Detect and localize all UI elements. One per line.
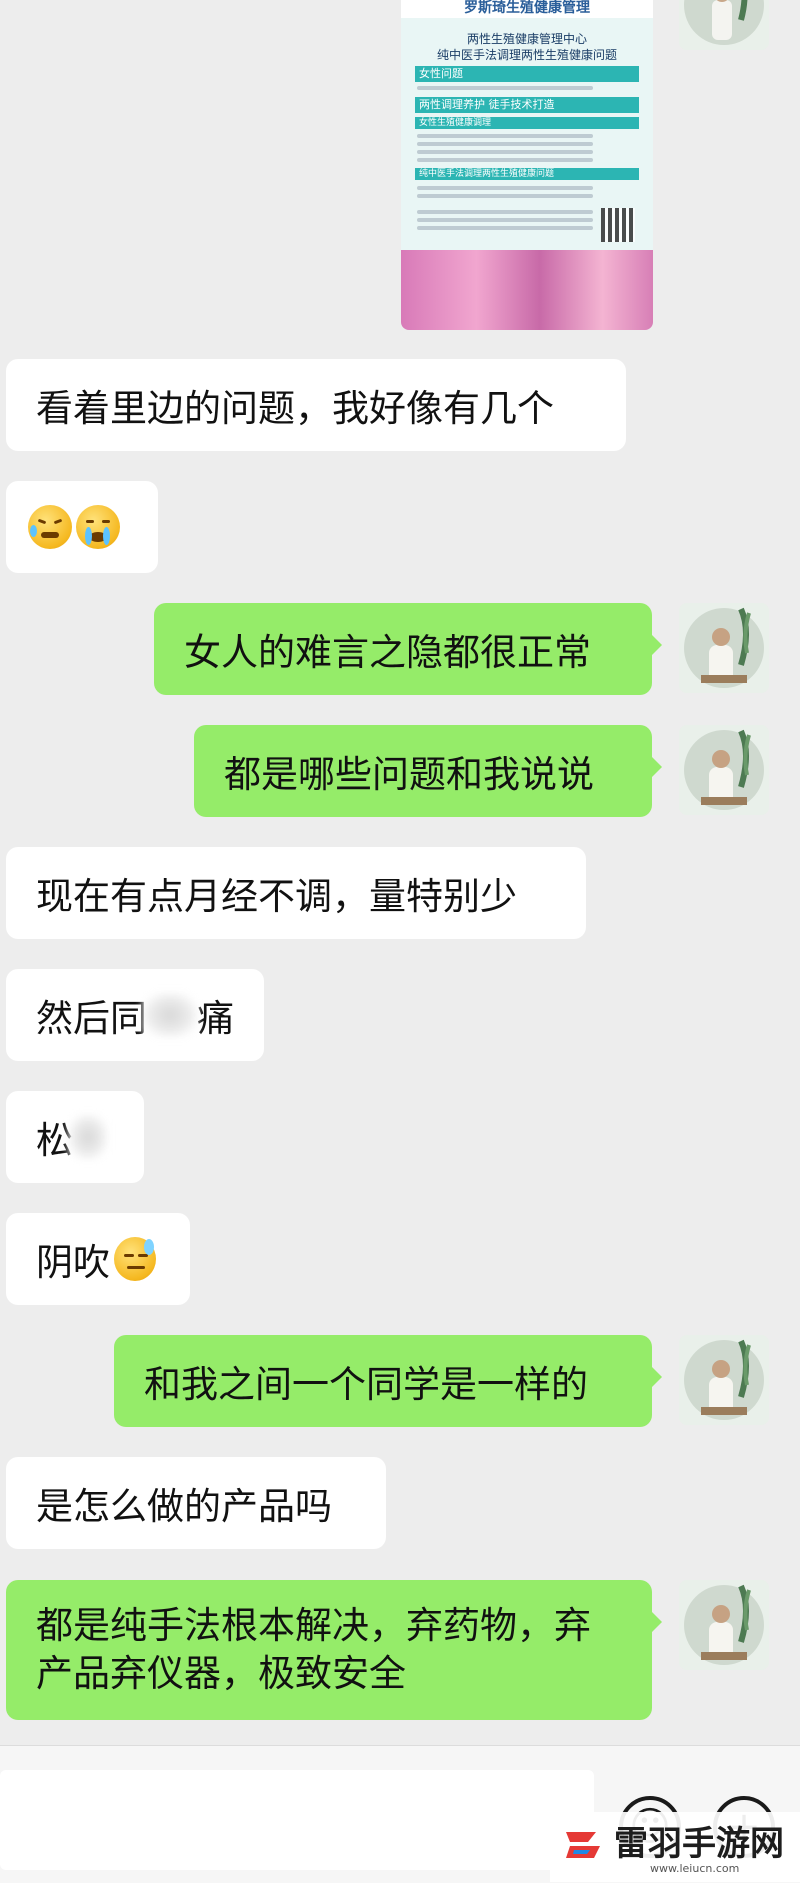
message-incoming[interactable]: 现在有点月经不调，量特别少 bbox=[6, 847, 586, 939]
poster-line-2: 纯中医手法调理两性生殖健康问题 bbox=[436, 48, 617, 62]
qr-code-icon bbox=[601, 208, 635, 242]
poster-line-1: 两性生殖健康管理中心 bbox=[466, 32, 587, 46]
watermark-url: www.leiucn.com bbox=[650, 1862, 740, 1875]
poster-text-line bbox=[417, 218, 593, 222]
poster-text-line bbox=[417, 210, 593, 214]
crying-face-emoji-icon bbox=[76, 505, 120, 549]
message-text: 都是哪些问题和我说说 bbox=[224, 753, 594, 796]
tired-face-emoji-icon bbox=[28, 505, 72, 549]
message-input[interactable] bbox=[0, 1770, 594, 1870]
message-incoming-emoji[interactable] bbox=[6, 481, 158, 573]
message-incoming[interactable]: 松 bbox=[6, 1091, 144, 1183]
message-text: 女人的难言之隐都很正常 bbox=[184, 631, 591, 674]
message-incoming[interactable]: 是怎么做的产品吗 bbox=[6, 1457, 386, 1549]
poster-text-line bbox=[417, 134, 593, 138]
message-text: 是怎么做的产品吗 bbox=[36, 1485, 332, 1528]
message-incoming[interactable]: 看着里边的问题，我好像有几个 bbox=[6, 359, 626, 451]
censor-blur bbox=[69, 1115, 107, 1159]
poster-photo-strip bbox=[401, 250, 653, 330]
censor-blur bbox=[143, 993, 197, 1037]
message-incoming[interactable]: 阴吹 bbox=[6, 1213, 190, 1305]
poster-band-3: 女性生殖健康调理 bbox=[415, 117, 639, 129]
message-outgoing[interactable]: 女人的难言之隐都很正常 bbox=[154, 603, 662, 695]
poster-text-line bbox=[417, 142, 593, 146]
message-text: 看着里边的问题，我好像有几个 bbox=[36, 387, 554, 430]
poster-text-line bbox=[417, 86, 593, 90]
poster-band-1: 女性问题 bbox=[415, 66, 639, 82]
sleepy-sweat-emoji-icon bbox=[114, 1237, 156, 1281]
poster-text-line bbox=[417, 186, 593, 190]
poster-text-line bbox=[417, 226, 593, 230]
message-text: 然后同 bbox=[36, 997, 147, 1040]
message-incoming[interactable]: 然后同 痛 bbox=[6, 969, 264, 1061]
site-watermark: 雷羽手游网 www.leiucn.com bbox=[550, 1812, 800, 1882]
avatar[interactable] bbox=[679, 0, 769, 50]
avatar[interactable] bbox=[679, 603, 769, 693]
watermark-brand: 雷羽手游网 bbox=[614, 1824, 784, 1864]
poster-text-line bbox=[417, 158, 593, 162]
poster-text-line bbox=[417, 194, 593, 198]
message-outgoing[interactable]: 都是纯手法根本解决，弃药物，弃 产品弃仪器，极致安全 bbox=[6, 1580, 662, 1720]
avatar[interactable] bbox=[679, 1580, 769, 1670]
brand-logo-icon bbox=[566, 1832, 600, 1858]
poster-header: 罗斯琦生殖健康管理 bbox=[401, 0, 653, 18]
message-text: 痛 bbox=[197, 997, 234, 1040]
poster-text-line bbox=[417, 150, 593, 154]
message-outgoing[interactable]: 和我之间一个同学是一样的 bbox=[114, 1335, 662, 1427]
message-text: 阴吹 bbox=[36, 1241, 110, 1284]
message-text: 和我之间一个同学是一样的 bbox=[144, 1363, 588, 1406]
message-text: 现在有点月经不调，量特别少 bbox=[36, 875, 517, 918]
avatar[interactable] bbox=[679, 725, 769, 815]
poster-band-2: 两性调理养护 徒手技术打造 bbox=[415, 97, 639, 113]
message-text: 松 bbox=[36, 1119, 73, 1162]
avatar[interactable] bbox=[679, 1335, 769, 1425]
poster-band-4: 纯中医手法调理两性生殖健康问题 bbox=[415, 168, 639, 180]
message-outgoing[interactable]: 都是哪些问题和我说说 bbox=[194, 725, 662, 817]
message-text-line: 都是纯手法根本解决，弃药物，弃 bbox=[36, 1604, 591, 1647]
health-poster-image[interactable]: 罗斯琦生殖健康管理 两性生殖健康管理中心 纯中医手法调理两性生殖健康问题 女性问… bbox=[401, 0, 653, 330]
message-text-line: 产品弃仪器，极致安全 bbox=[36, 1652, 406, 1695]
